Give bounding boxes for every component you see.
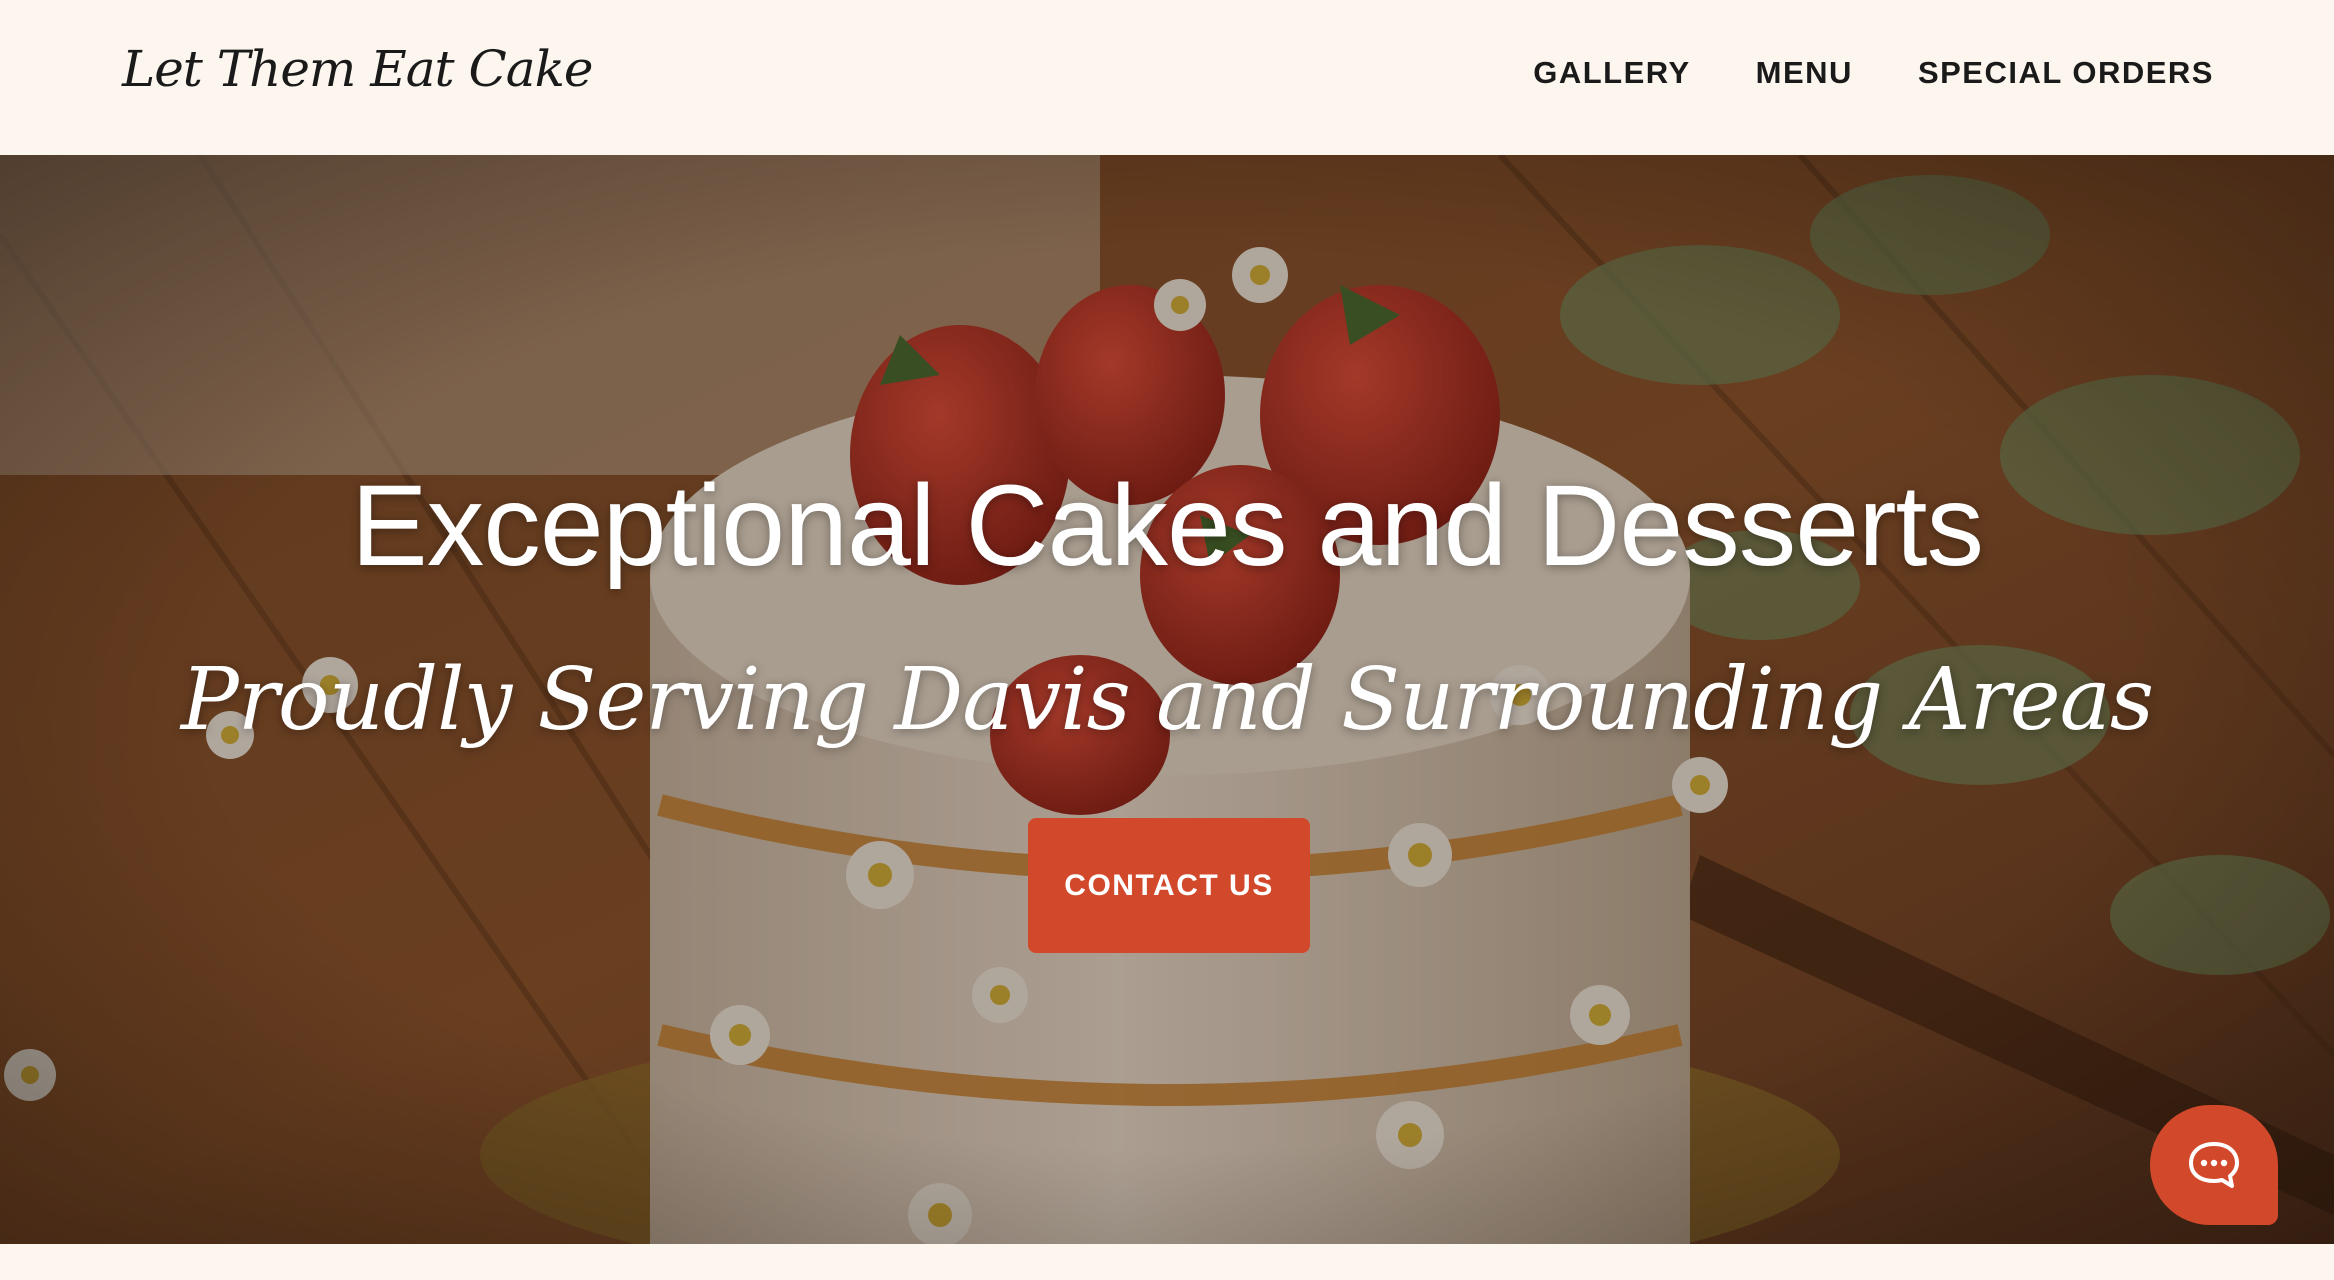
contact-us-button[interactable]: CONTACT US bbox=[1028, 818, 1310, 953]
page-bottom-strip bbox=[0, 1244, 2334, 1280]
nav-menu[interactable]: MENU bbox=[1756, 55, 1853, 91]
hero-title: Exceptional Cakes and Desserts bbox=[351, 462, 1984, 590]
main-nav: GALLERY MENU SPECIAL ORDERS bbox=[1533, 55, 2214, 91]
hero-section: Exceptional Cakes and Desserts Proudly S… bbox=[0, 155, 2334, 1244]
site-logo[interactable]: Let Them Eat Cake bbox=[122, 40, 593, 98]
nav-special-orders[interactable]: SPECIAL ORDERS bbox=[1918, 55, 2214, 91]
site-header: Let Them Eat Cake GALLERY MENU SPECIAL O… bbox=[0, 0, 2334, 155]
chat-widget-button[interactable] bbox=[2150, 1105, 2278, 1225]
nav-gallery[interactable]: GALLERY bbox=[1533, 55, 1690, 91]
chat-bubble-icon bbox=[2189, 1142, 2239, 1188]
hero-subtitle: Proudly Serving Davis and Surrounding Ar… bbox=[180, 650, 2154, 750]
